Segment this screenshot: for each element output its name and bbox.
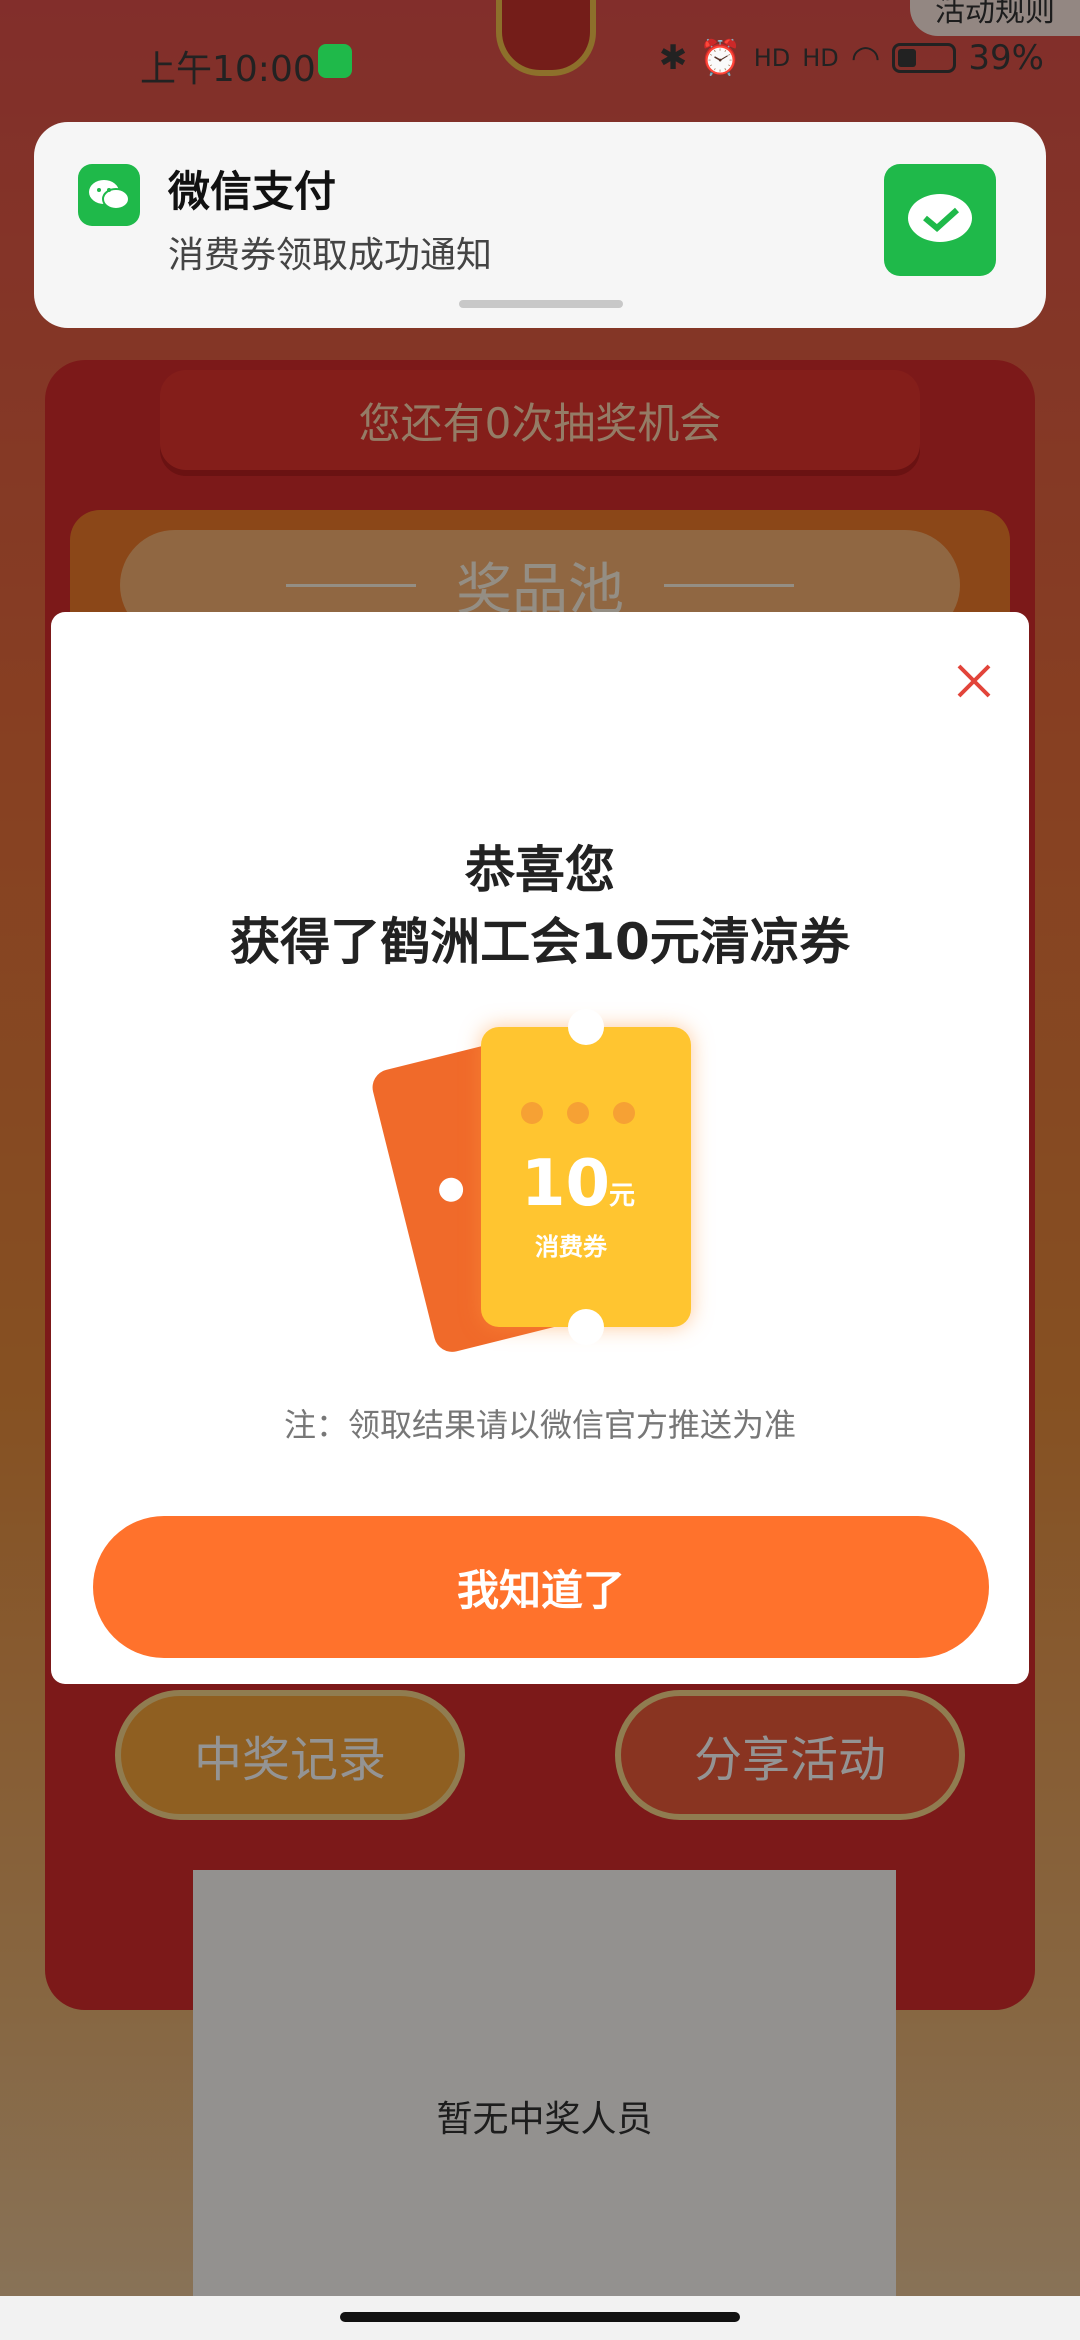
modal-title-reward: 获得了鹤洲工会10元清凉券 [230, 913, 850, 971]
notification-title: 微信支付 [168, 167, 337, 216]
close-icon[interactable] [949, 656, 999, 706]
coupon-value: 10 [521, 1147, 611, 1221]
coupon-label: 消费券 [535, 1233, 607, 1261]
bluetooth-icon: ✱ [658, 38, 688, 78]
coupon-unit: 元 [609, 1181, 636, 1211]
coupon-front: 10 元 消费券 [481, 1009, 691, 1345]
wifi-icon: ◠ [850, 38, 881, 78]
status-time: 上午10:00 [140, 49, 316, 90]
notification-drag-handle[interactable] [459, 300, 623, 308]
signal-icon-2: HD [802, 44, 839, 72]
wechat-icon [78, 164, 140, 226]
modal-note: 注：领取结果请以微信官方推送为准 [283, 1406, 796, 1444]
status-icons: ✱ ⏰ HD HD ◠ 39% [659, 38, 1044, 78]
wechat-notification-icon [318, 44, 352, 78]
wechat-pay-icon [884, 164, 996, 276]
battery-icon [892, 43, 957, 73]
home-indicator[interactable] [340, 2312, 740, 2322]
status-bar: 上午10:00 ✱ ⏰ HD HD ◠ 39% [0, 0, 1080, 120]
modal-title-congrats: 恭喜您 [465, 841, 615, 899]
notification-message: 消费券领取成功通知 [168, 235, 493, 276]
coupon-illustration: 10 元 消费券 [368, 1007, 711, 1367]
confirm-button[interactable]: 我知道了 [93, 1516, 989, 1658]
reward-modal: 恭喜您 获得了鹤洲工会10元清凉券 10 元 消费券 注：领取结果请以微信官方推… [51, 612, 1029, 1684]
battery-percent: 39% [968, 38, 1044, 78]
coupon-perforation [521, 1102, 635, 1124]
alarm-icon: ⏰ [699, 38, 742, 78]
wechat-pay-notification[interactable]: 微信支付 消费券领取成功通知 [34, 122, 1046, 328]
navigation-bar [0, 2296, 1080, 2340]
signal-icon: HD [753, 44, 791, 72]
